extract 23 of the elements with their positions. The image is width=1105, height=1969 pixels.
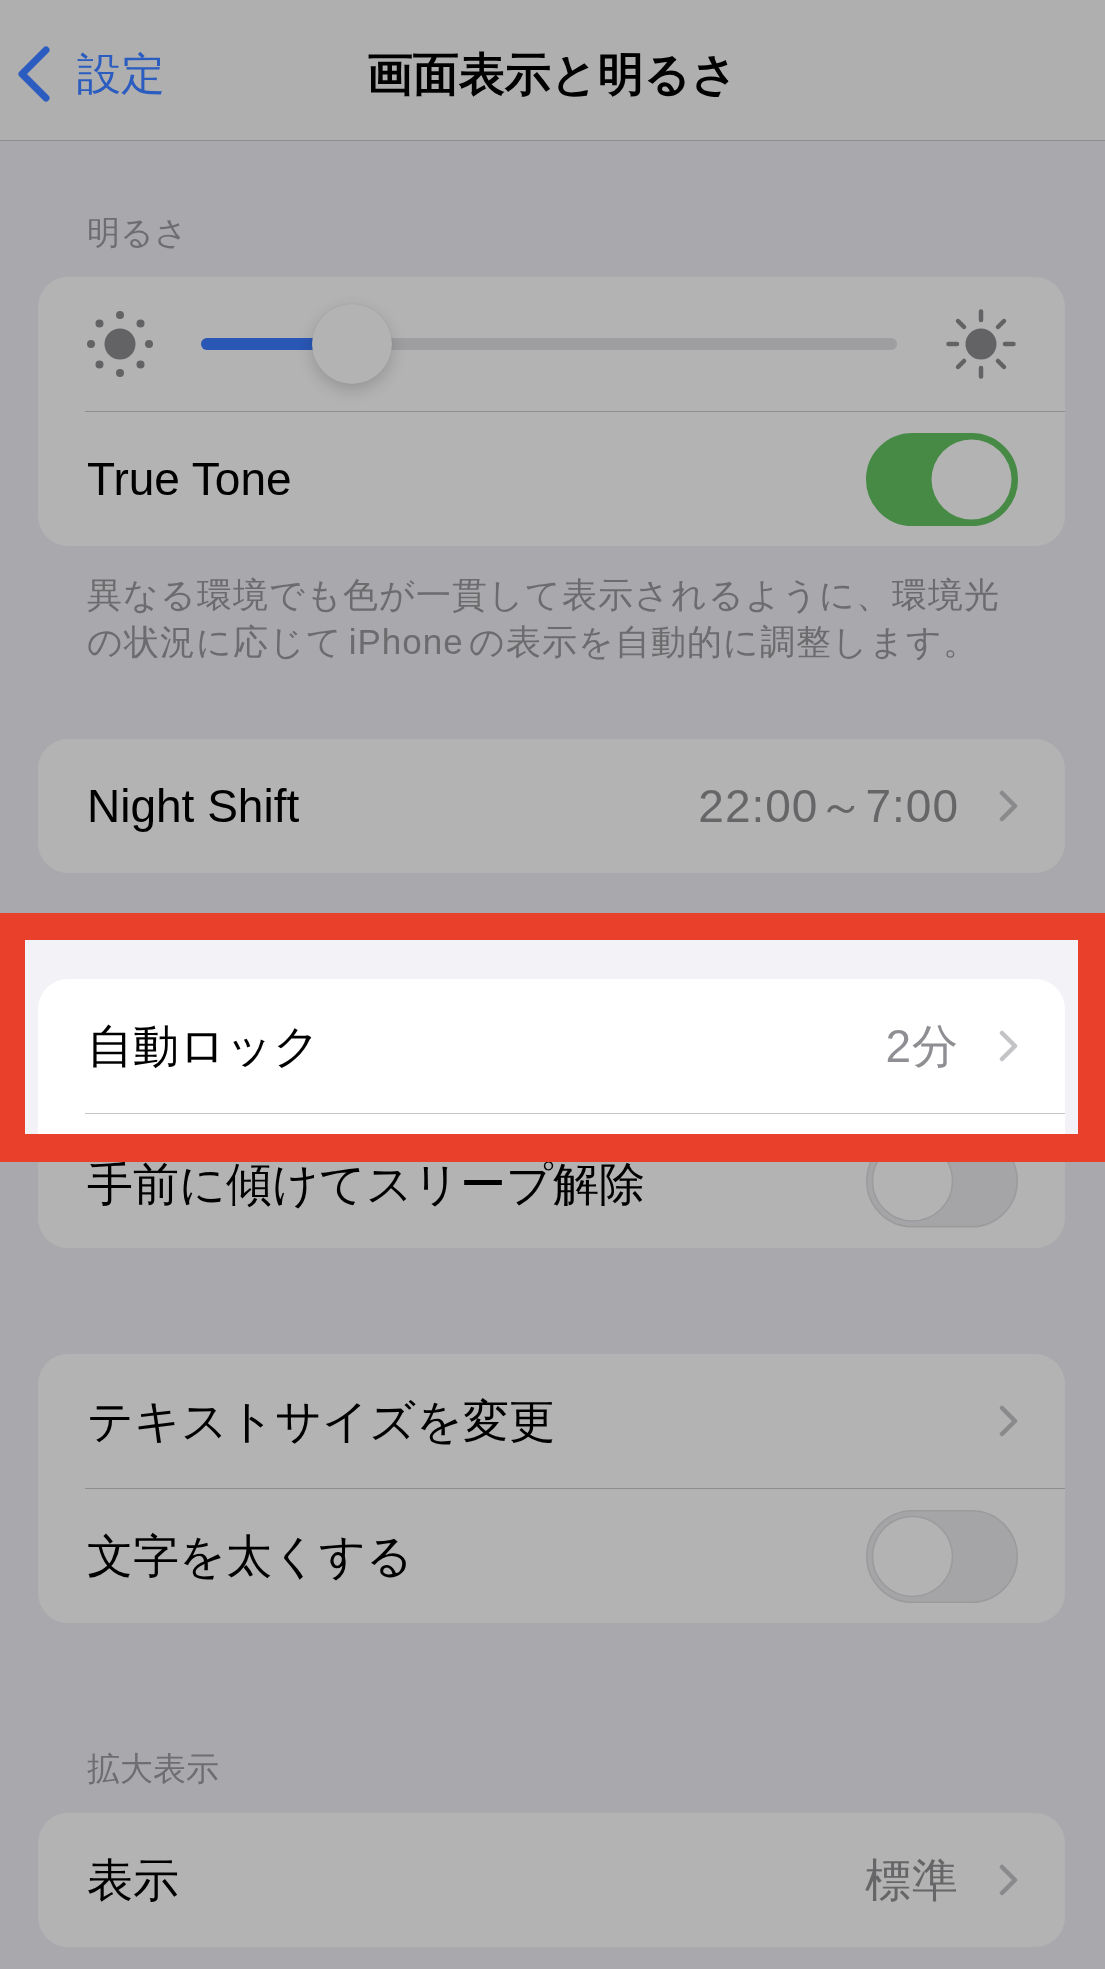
chevron-icon xyxy=(999,790,1018,822)
toggle-switch[interactable] xyxy=(866,1162,1018,1228)
large-sun-icon xyxy=(946,309,1016,379)
chevron-icon xyxy=(999,1030,1018,1062)
setting-label: テキストサイズを変更 xyxy=(87,1394,555,1449)
chevron-icon xyxy=(999,1864,1018,1896)
section-header: 明るさ xyxy=(87,213,188,253)
back-button[interactable]: 設定 xyxy=(17,46,165,102)
back-chevron-icon xyxy=(17,46,50,102)
setting-value: 2分 xyxy=(885,1019,959,1074)
small-sun-icon xyxy=(87,311,153,377)
section-header: 拡大表示 xyxy=(87,1749,219,1789)
setting-label: Night Shift xyxy=(87,779,300,834)
screen-title: 画面表示と明るさ xyxy=(367,47,738,102)
setting-label: True Tone xyxy=(87,452,292,507)
setting-value: 標準 xyxy=(865,1853,959,1908)
brightness-slider[interactable] xyxy=(201,304,897,384)
chevron-icon xyxy=(999,1405,1018,1437)
section-footer: 異なる環境でも色が一貫して表示されるように、環境光の状況に応じて iPhone の表示を自動的に調整します。 xyxy=(87,571,1017,665)
setting-label: 自動ロック xyxy=(87,1019,320,1074)
setting-label: 表示 xyxy=(87,1853,179,1908)
setting-value: 22:00～7:00 xyxy=(698,779,959,834)
setting-label: 文字を太くする xyxy=(87,1529,413,1584)
